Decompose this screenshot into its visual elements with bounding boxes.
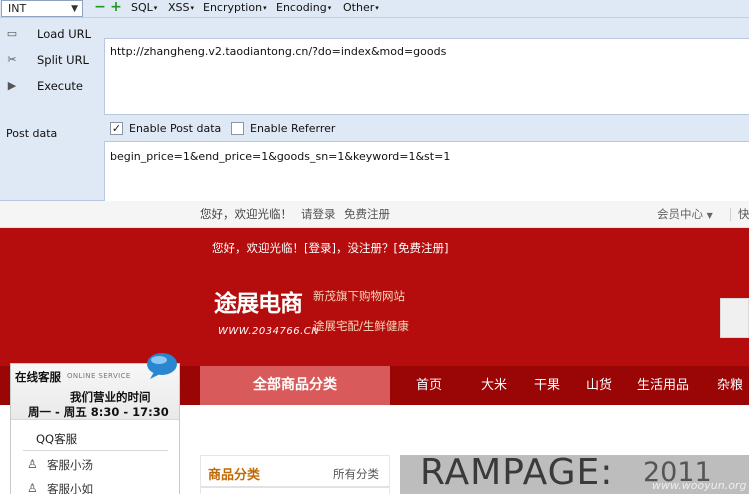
chat-bubble-icon bbox=[147, 353, 177, 379]
play-icon: ▶ bbox=[7, 79, 17, 92]
slogan-line-1: 新茂旗下购物网站 bbox=[313, 289, 405, 303]
menu-xss[interactable]: XSS▾ bbox=[168, 1, 194, 15]
decrease-icon[interactable]: − bbox=[94, 0, 106, 15]
enable-referrer-label: Enable Referrer bbox=[250, 122, 336, 135]
hackbar-panel: ▭ Load URL ✂ Split URL ▶ Execute http://… bbox=[0, 18, 749, 214]
menu-encryption[interactable]: Encryption▾ bbox=[203, 1, 267, 15]
banner-title: RAMPAGE: bbox=[420, 455, 614, 493]
qq-service-title: QQ客服 bbox=[36, 432, 78, 446]
nav-item-home[interactable]: 首页 bbox=[416, 366, 442, 405]
menu-sql[interactable]: SQL▾ bbox=[131, 1, 157, 15]
menu-encoding[interactable]: Encoding▾ bbox=[276, 1, 331, 15]
increase-icon[interactable]: + bbox=[110, 0, 122, 15]
qq-agent-2[interactable]: ♙ 客服小如 bbox=[27, 481, 93, 494]
site-logo[interactable]: 途展电商 WWW.2034766.CN bbox=[214, 284, 319, 344]
register-link[interactable]: 免费注册 bbox=[344, 201, 390, 228]
menu-encoding-label: Encoding bbox=[276, 1, 327, 14]
chevron-down-icon: ▼ bbox=[71, 4, 78, 14]
hackbar-toolbar: INT ▼ − + SQL▾ XSS▾ Encryption▾ Encoding… bbox=[0, 0, 749, 18]
business-hours: 周一 - 周五 8:30 - 17:30 bbox=[28, 405, 169, 419]
divider bbox=[730, 208, 731, 221]
promo-banner[interactable]: RAMPAGE: 2011 www.wooyun.org bbox=[400, 455, 749, 494]
divider bbox=[201, 486, 389, 488]
split-url-label: Split URL bbox=[37, 53, 89, 67]
split-url-button[interactable]: ✂ Split URL bbox=[0, 48, 104, 72]
divider bbox=[23, 450, 168, 451]
load-url-label: Load URL bbox=[37, 27, 92, 41]
nav-item-daily-goods[interactable]: 生活用品 bbox=[637, 366, 689, 405]
menu-sql-label: SQL bbox=[131, 1, 153, 14]
site-topbar: 您好，欢迎光临！ 请登录 免费注册 会员中心 ▼ 快 bbox=[0, 201, 749, 228]
qq-agent-2-label: 客服小如 bbox=[47, 482, 93, 494]
enable-post-label: Enable Post data bbox=[129, 122, 222, 135]
nav-item-dried-fruit[interactable]: 干果 bbox=[534, 366, 560, 405]
execute-label: Execute bbox=[37, 79, 83, 93]
member-center-menu[interactable]: 会员中心 ▼ bbox=[657, 201, 713, 229]
qq-agent-1[interactable]: ♙ 客服小汤 bbox=[27, 457, 93, 473]
watermark: www.wooyun.org bbox=[652, 479, 747, 492]
execute-button[interactable]: ▶ Execute bbox=[0, 74, 104, 98]
nav-item-rice[interactable]: 大米 bbox=[481, 366, 507, 405]
slogan-line-2: 途展宅配/生鲜健康 bbox=[313, 319, 409, 333]
menu-encryption-label: Encryption bbox=[203, 1, 263, 14]
service-title-en: ONLINE SERVICE bbox=[67, 372, 131, 380]
menu-other[interactable]: Other▾ bbox=[343, 1, 379, 15]
scissors-icon: ✂ bbox=[7, 53, 17, 66]
url-input[interactable]: http://zhangheng.v2.taodiantong.cn/?do=i… bbox=[104, 38, 749, 115]
online-service-widget: 在线客服 ONLINE SERVICE 我们营业的时间 周一 - 周五 8:30… bbox=[10, 363, 180, 494]
post-data-label: Post data bbox=[6, 127, 58, 140]
select-value: INT bbox=[8, 2, 27, 15]
encoding-type-select[interactable]: INT ▼ bbox=[1, 0, 83, 17]
member-center-label: 会员中心 bbox=[657, 207, 703, 221]
header-welcome[interactable]: 您好，欢迎光临！[登录]，没注册？[免费注册] bbox=[212, 240, 448, 256]
logo-text: 途展电商 bbox=[214, 290, 303, 317]
service-title: 在线客服 bbox=[15, 370, 61, 384]
load-url-button[interactable]: ▭ Load URL bbox=[0, 22, 104, 46]
all-categories-link[interactable]: 所有分类 bbox=[333, 466, 379, 482]
unchecked-box bbox=[231, 122, 244, 135]
nav-item-grains[interactable]: 杂粮 bbox=[717, 366, 743, 405]
load-url-icon: ▭ bbox=[6, 27, 18, 40]
all-categories-button[interactable]: 全部商品分类 bbox=[200, 366, 390, 405]
search-input[interactable] bbox=[720, 298, 749, 338]
login-link[interactable]: 请登录 bbox=[301, 201, 336, 228]
fast-link[interactable]: 快 bbox=[738, 201, 749, 228]
category-panel: 商品分类 所有分类 bbox=[200, 455, 390, 494]
menu-other-label: Other bbox=[343, 1, 375, 14]
category-title: 商品分类 bbox=[208, 468, 261, 483]
welcome-text: 您好，欢迎光临！ bbox=[200, 207, 292, 221]
qq-agent-1-label: 客服小汤 bbox=[47, 458, 93, 472]
hours-title: 我们营业的时间 bbox=[70, 390, 151, 404]
menu-xss-label: XSS bbox=[168, 1, 190, 14]
penguin-icon: ♙ bbox=[27, 481, 38, 494]
check-icon: ✓ bbox=[110, 122, 123, 135]
logo-url: WWW.2034766.CN bbox=[218, 326, 320, 337]
penguin-icon: ♙ bbox=[27, 457, 38, 471]
chevron-down-icon: ▼ bbox=[706, 211, 713, 220]
nav-item-mountain-goods[interactable]: 山货 bbox=[586, 366, 612, 405]
